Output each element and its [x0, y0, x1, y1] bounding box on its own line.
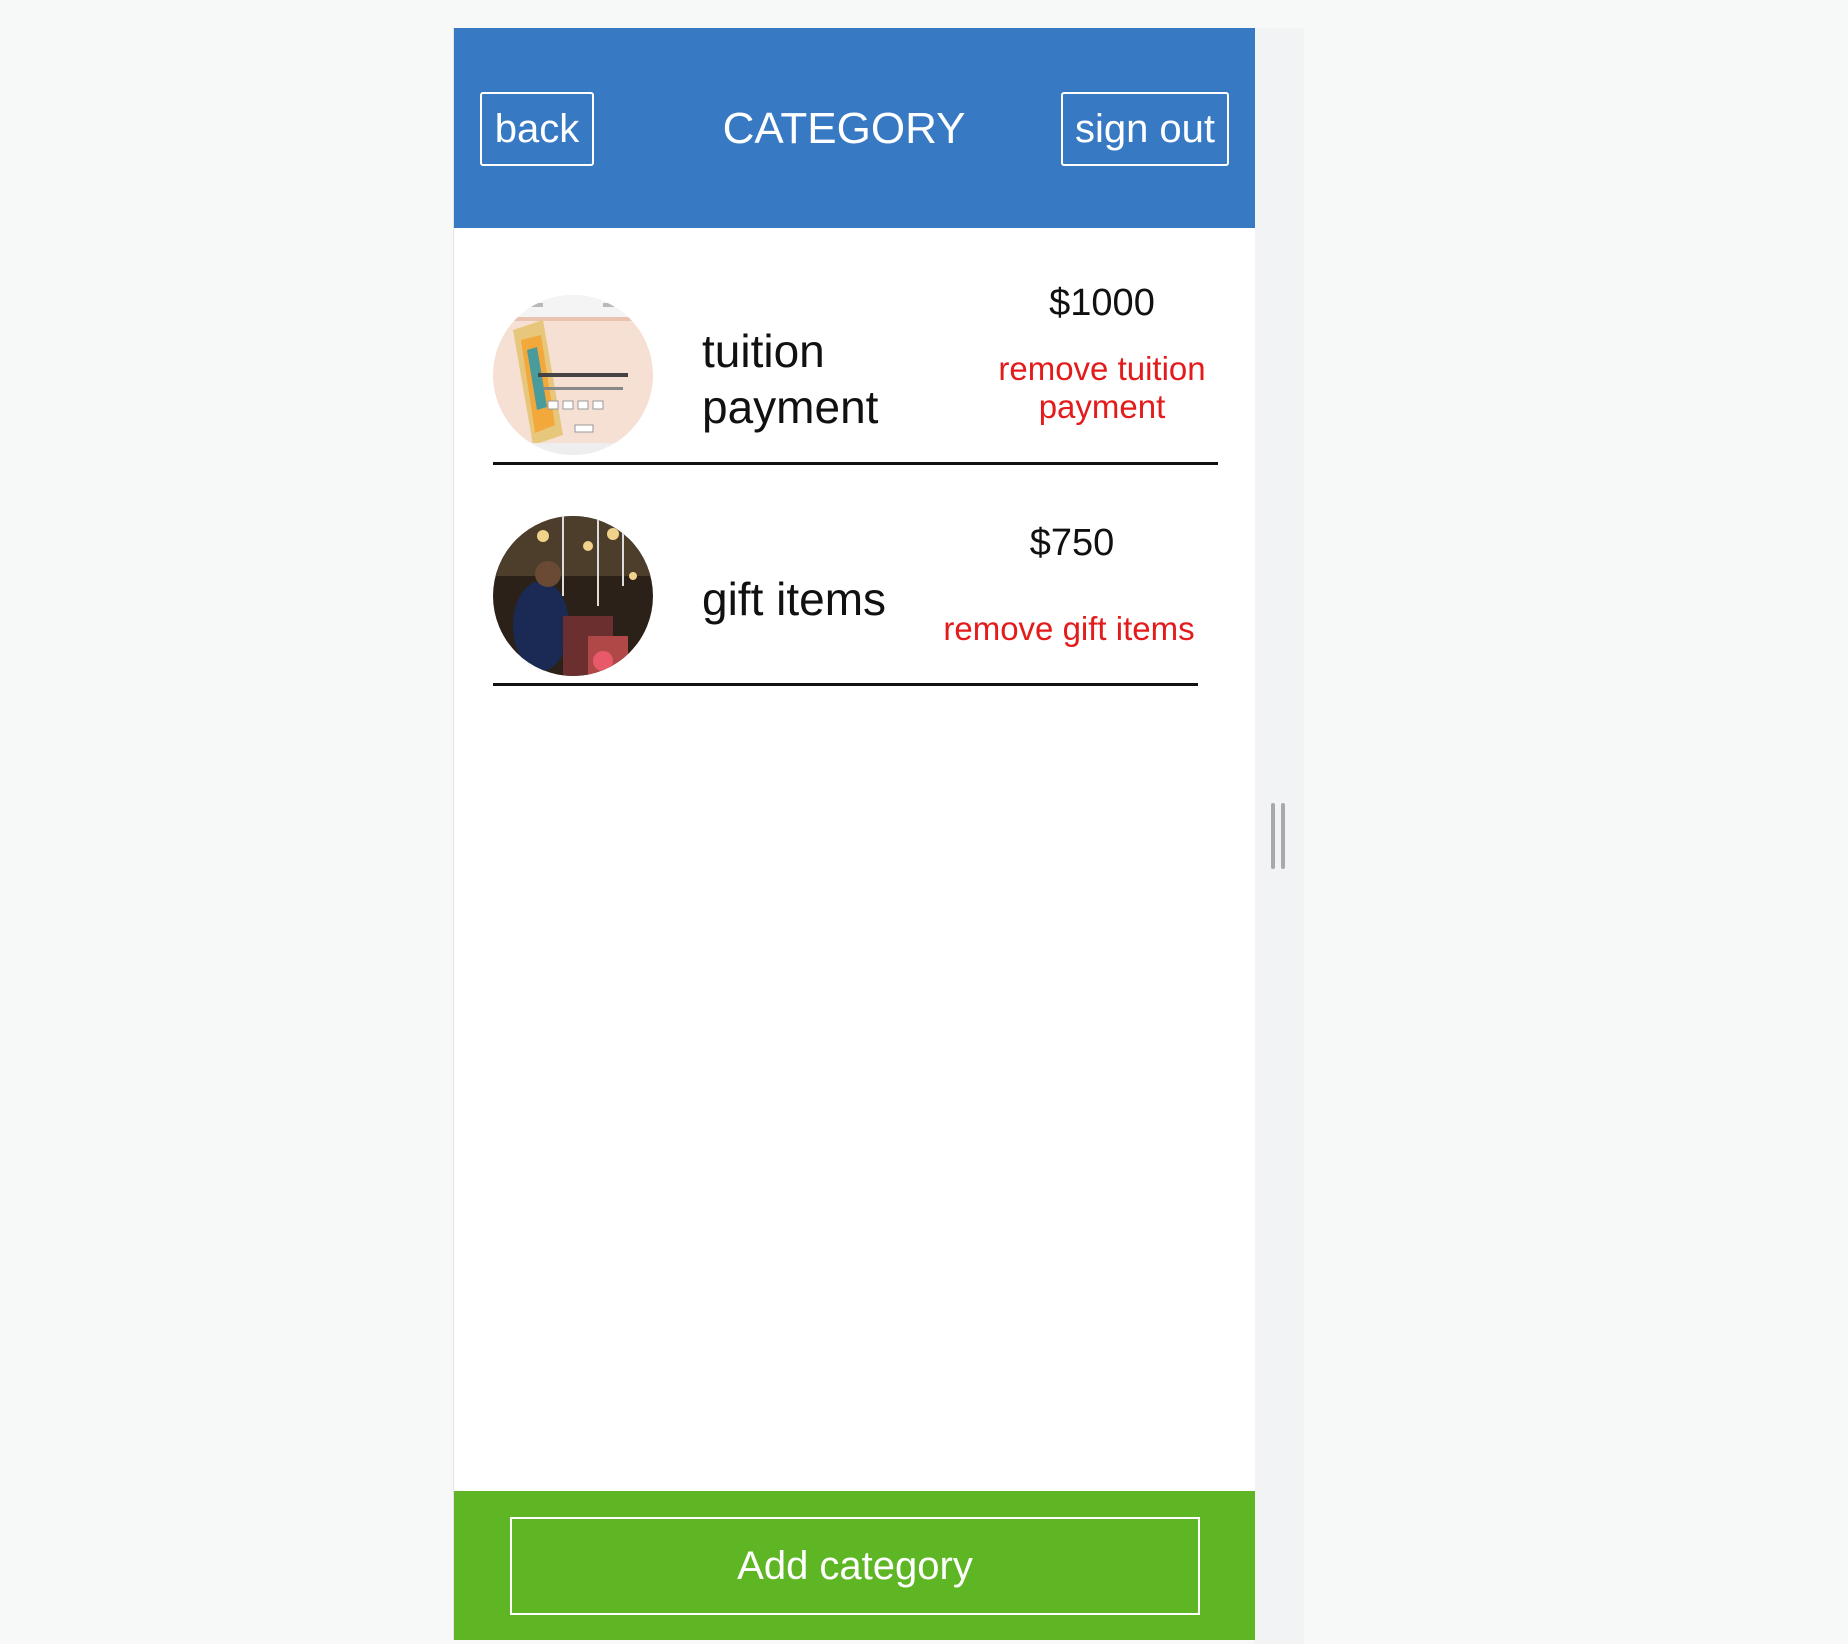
remove-category-link[interactable]: remove tuition payment: [974, 350, 1230, 426]
remove-category-link[interactable]: remove gift items: [924, 610, 1214, 648]
app-footer: Add category: [454, 1491, 1255, 1640]
category-thumbnail: [493, 516, 653, 676]
app-stage: back CATEGORY sign out tuition payment $…: [0, 0, 1848, 1644]
category-name: tuition payment: [702, 325, 879, 433]
sign-out-button[interactable]: sign out: [1061, 92, 1229, 166]
row-divider: [493, 462, 1218, 465]
category-name: gift items: [702, 573, 887, 625]
app-header: back CATEGORY sign out: [454, 28, 1255, 228]
category-price: $1000: [1049, 282, 1155, 324]
phone-frame: back CATEGORY sign out tuition payment $…: [453, 28, 1255, 1640]
category-price: $750: [1029, 522, 1115, 564]
row-divider: [493, 683, 1198, 686]
category-thumbnail: [493, 295, 653, 455]
page-title: CATEGORY: [722, 104, 966, 153]
add-category-button[interactable]: Add category: [510, 1517, 1200, 1615]
back-button[interactable]: back: [480, 92, 594, 166]
resize-handle[interactable]: [1271, 803, 1285, 869]
